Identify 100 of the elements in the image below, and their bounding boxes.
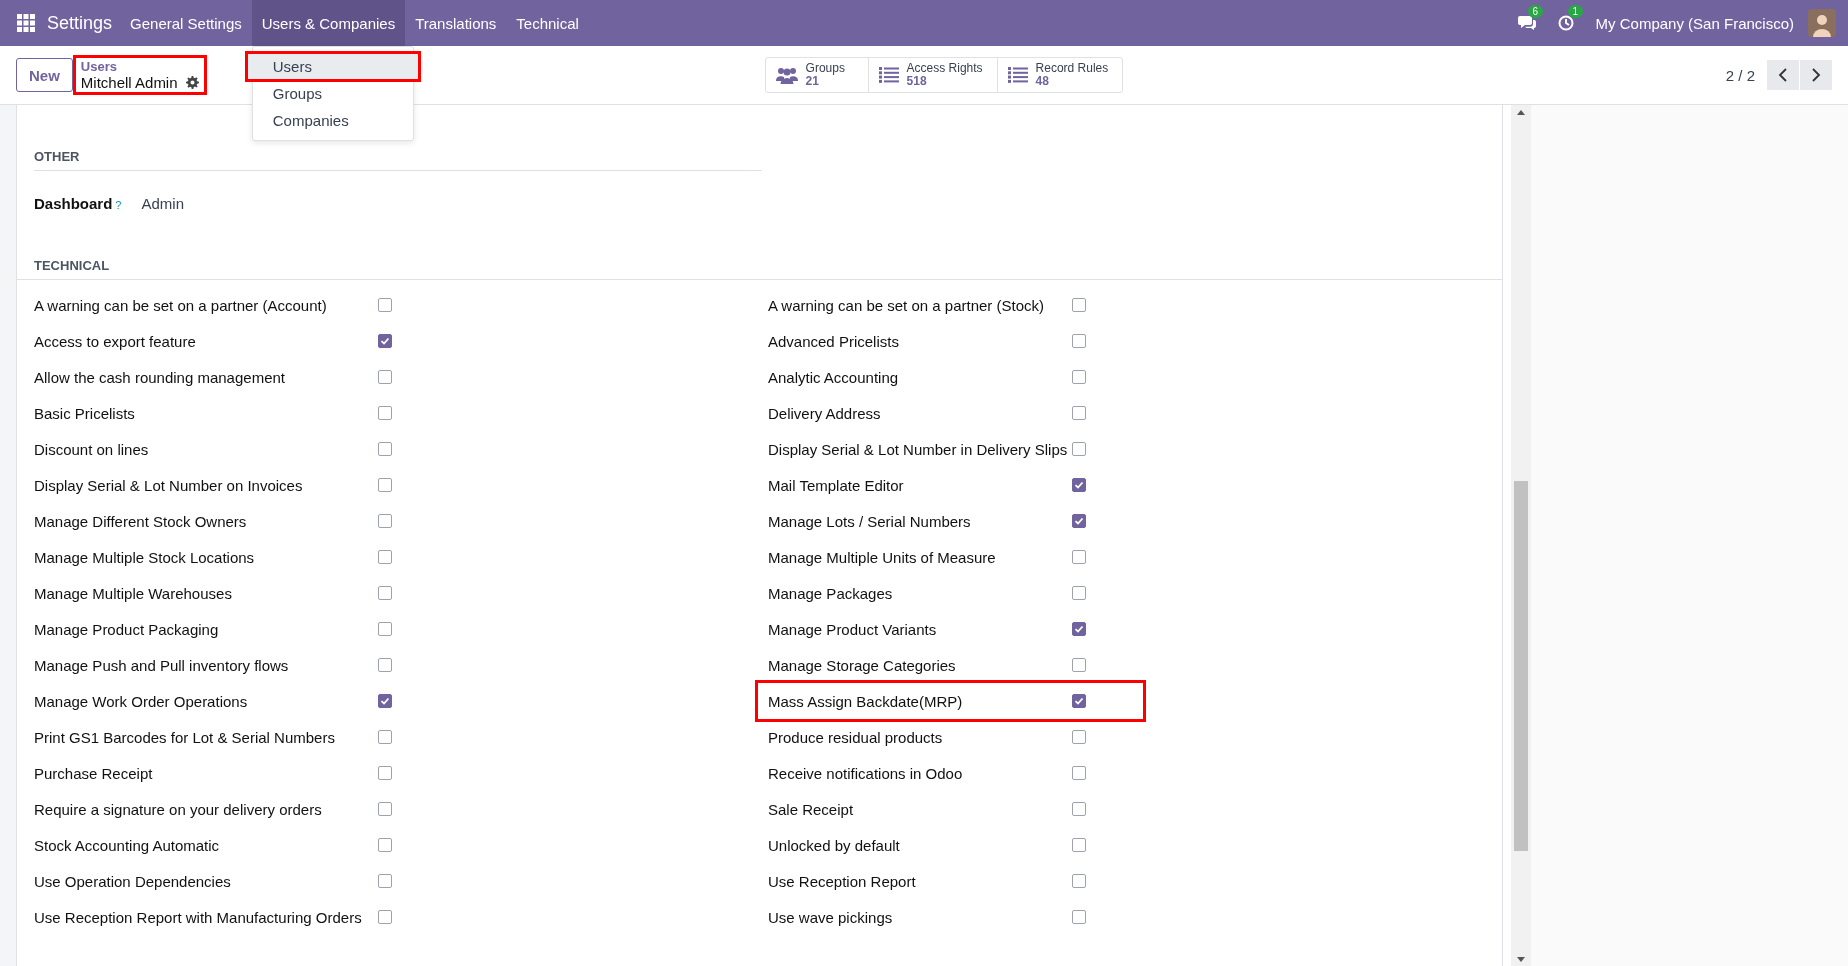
checkbox[interactable] xyxy=(378,370,392,384)
checkbox[interactable] xyxy=(378,550,392,564)
setting-label: Mass Assign Backdate(MRP) xyxy=(768,692,964,710)
checkbox[interactable] xyxy=(1072,550,1086,564)
setting-label: Mail Template Editor xyxy=(768,476,905,494)
checkbox[interactable] xyxy=(1072,406,1086,420)
checkbox[interactable] xyxy=(1072,586,1086,600)
new-button[interactable]: New xyxy=(16,58,73,92)
checkbox[interactable] xyxy=(1072,298,1086,312)
checkbox[interactable] xyxy=(1072,874,1086,888)
app-grid-icon[interactable] xyxy=(17,14,35,32)
checkbox[interactable] xyxy=(378,766,392,780)
setting-label: Manage Product Variants xyxy=(768,620,938,638)
checkbox[interactable] xyxy=(1072,622,1086,636)
checkbox[interactable] xyxy=(378,442,392,456)
checkbox[interactable] xyxy=(1072,442,1086,456)
checkbox[interactable] xyxy=(378,298,392,312)
menu-item[interactable]: Technical xyxy=(506,0,589,46)
setting-label: Stock Accounting Automatic xyxy=(34,836,221,854)
checkbox[interactable] xyxy=(378,802,392,816)
setting-label: Manage Multiple Stock Locations xyxy=(34,548,256,566)
stat-count: 21 xyxy=(805,75,819,88)
checkbox[interactable] xyxy=(378,838,392,852)
checkbox[interactable] xyxy=(378,874,392,888)
setting-label: Manage Product Packaging xyxy=(34,620,220,638)
checkbox[interactable] xyxy=(1072,766,1086,780)
setting-label: Manage Multiple Warehouses xyxy=(34,584,233,602)
users-icon xyxy=(775,66,798,84)
checkbox[interactable] xyxy=(378,514,392,528)
setting-label: Unlocked by default xyxy=(768,836,901,854)
app-name[interactable]: Settings xyxy=(47,12,113,34)
checkbox[interactable] xyxy=(378,586,392,600)
stat-button[interactable]: Record Rules 48 xyxy=(996,57,1124,93)
chevron-left-icon xyxy=(1778,68,1788,82)
checkbox[interactable] xyxy=(378,406,392,420)
previous-button[interactable] xyxy=(1767,60,1799,90)
checkbox[interactable] xyxy=(378,658,392,672)
setting-label: Use Operation Dependencies xyxy=(34,872,232,890)
checkbox[interactable] xyxy=(1072,730,1086,744)
setting-label: Manage Push and Pull inventory flows xyxy=(34,656,290,674)
checkbox[interactable] xyxy=(1072,802,1086,816)
setting-label: Require a signature on your delivery orders xyxy=(34,800,323,818)
chat-icon[interactable] xyxy=(1517,15,1536,31)
help-tooltip[interactable]: ? xyxy=(115,199,122,211)
stat-button[interactable]: Groups 21 xyxy=(764,57,869,93)
checkmark-icon xyxy=(380,336,390,346)
setting-label: Advanced Pricelists xyxy=(768,332,900,350)
menu-item[interactable]: Users & Companies xyxy=(251,0,406,46)
setting-label: Manage Storage Categories xyxy=(768,656,957,674)
setting-label: Basic Pricelists xyxy=(34,404,136,422)
field-value: Admin xyxy=(141,195,184,212)
company-switcher[interactable]: My Company (San Francisco) xyxy=(1595,14,1794,32)
setting-label: Purchase Receipt xyxy=(34,764,154,782)
checkbox[interactable] xyxy=(1072,658,1086,672)
checkbox[interactable] xyxy=(378,478,392,492)
checkmark-icon xyxy=(1074,516,1084,526)
checkbox[interactable] xyxy=(1072,478,1086,492)
clock-icon[interactable] xyxy=(1557,15,1574,31)
checkbox[interactable] xyxy=(378,730,392,744)
setting-label: Use Reception Report with Manufacturing Orders xyxy=(34,908,363,926)
stat-label: Groups xyxy=(805,62,845,75)
avatar-icon[interactable] xyxy=(1808,9,1836,37)
checkbox[interactable] xyxy=(378,622,392,636)
checkbox[interactable] xyxy=(1072,370,1086,384)
setting-label: Display Serial & Lot Number on Invoices xyxy=(34,476,304,494)
setting-label: Manage Work Order Operations xyxy=(34,692,249,710)
checkbox[interactable] xyxy=(1072,910,1086,924)
checkmark-icon xyxy=(380,696,390,706)
stat-label: Access Rights xyxy=(906,62,983,75)
setting-label: Use Reception Report xyxy=(768,872,917,890)
breadcrumb-link[interactable]: Users xyxy=(80,59,199,74)
scrollbar-drawing[interactable] xyxy=(1511,105,1531,966)
section-heading: OTHER xyxy=(34,149,762,171)
list-icon xyxy=(878,67,899,83)
chevron-right-icon xyxy=(1811,68,1821,82)
setting-label: A warning can be set on a partner (Account) xyxy=(34,296,328,314)
dropdown-item[interactable]: Users xyxy=(246,53,419,80)
setting-label: A warning can be set on a partner (Stock) xyxy=(768,296,1045,314)
next-button[interactable] xyxy=(1800,60,1832,90)
settings-icon[interactable] xyxy=(185,76,199,89)
checkbox[interactable] xyxy=(1072,838,1086,852)
setting-label: Display Serial & Lot Number in Delivery Slips xyxy=(768,440,1069,458)
checkbox[interactable] xyxy=(378,910,392,924)
menu-item[interactable]: General Settings xyxy=(120,0,252,46)
stat-button[interactable]: Access Rights 518 xyxy=(867,57,998,93)
checkbox[interactable] xyxy=(378,694,392,708)
menu-item[interactable]: Translations xyxy=(405,0,507,46)
setting-label: Print GS1 Barcodes for Lot & Serial Numbers xyxy=(34,728,336,746)
dropdown-item[interactable]: Companies xyxy=(252,107,413,134)
checkbox[interactable] xyxy=(1072,334,1086,348)
dropdown-item[interactable]: Groups xyxy=(252,80,413,107)
stat-label: Record Rules xyxy=(1035,62,1109,75)
checkbox[interactable] xyxy=(1072,514,1086,528)
section-heading: TECHNICAL xyxy=(17,258,1502,280)
setting-label: Manage Different Stock Owners xyxy=(34,512,248,530)
stat-count: 518 xyxy=(906,75,928,88)
setting-label: Discount on lines xyxy=(34,440,150,458)
checkbox[interactable] xyxy=(378,334,392,348)
checkbox[interactable] xyxy=(1072,694,1086,708)
checkmark-icon xyxy=(1074,480,1084,490)
